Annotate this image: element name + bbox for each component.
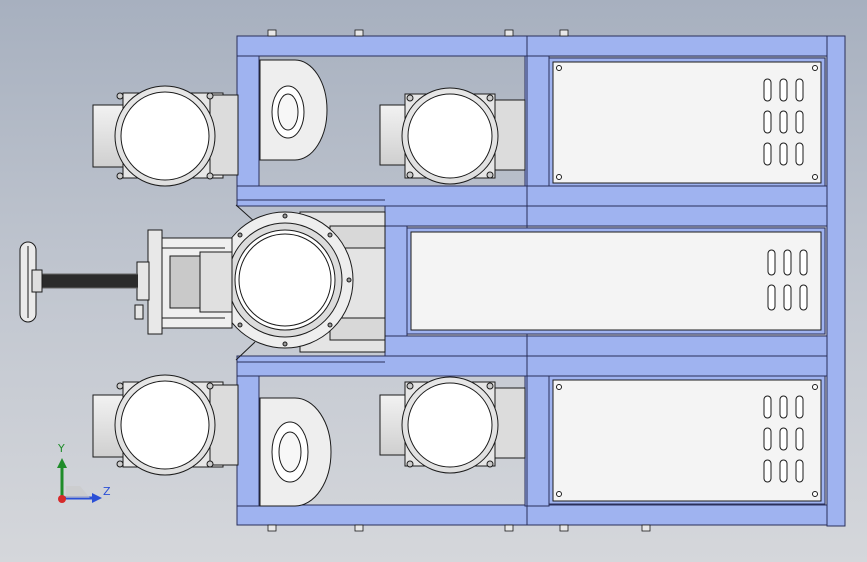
vent-slot-icon xyxy=(763,78,804,166)
fan-housing-bottom xyxy=(259,397,332,507)
axis-z-label: Z xyxy=(103,485,111,498)
central-gearbox[interactable] xyxy=(216,204,386,361)
axis-triad xyxy=(57,458,102,503)
motor-icon[interactable] xyxy=(379,376,526,474)
motor-icon[interactable] xyxy=(92,374,239,476)
control-panel-middle[interactable] xyxy=(406,227,826,335)
cad-drawing[interactable] xyxy=(0,0,867,562)
fan-housing-top xyxy=(259,59,328,161)
axis-y-label: Y xyxy=(58,442,65,455)
lead-screw xyxy=(40,273,138,289)
control-panel-top[interactable] xyxy=(548,57,826,187)
motor-icon[interactable] xyxy=(92,85,239,187)
cad-viewport[interactable]: Y Z xyxy=(0,0,867,562)
handwheel-icon[interactable] xyxy=(19,241,43,323)
control-panel-bottom[interactable] xyxy=(548,375,826,505)
vent-slot-icon xyxy=(763,395,804,483)
screw-jack[interactable] xyxy=(134,229,233,335)
motor-icon[interactable] xyxy=(379,87,526,185)
